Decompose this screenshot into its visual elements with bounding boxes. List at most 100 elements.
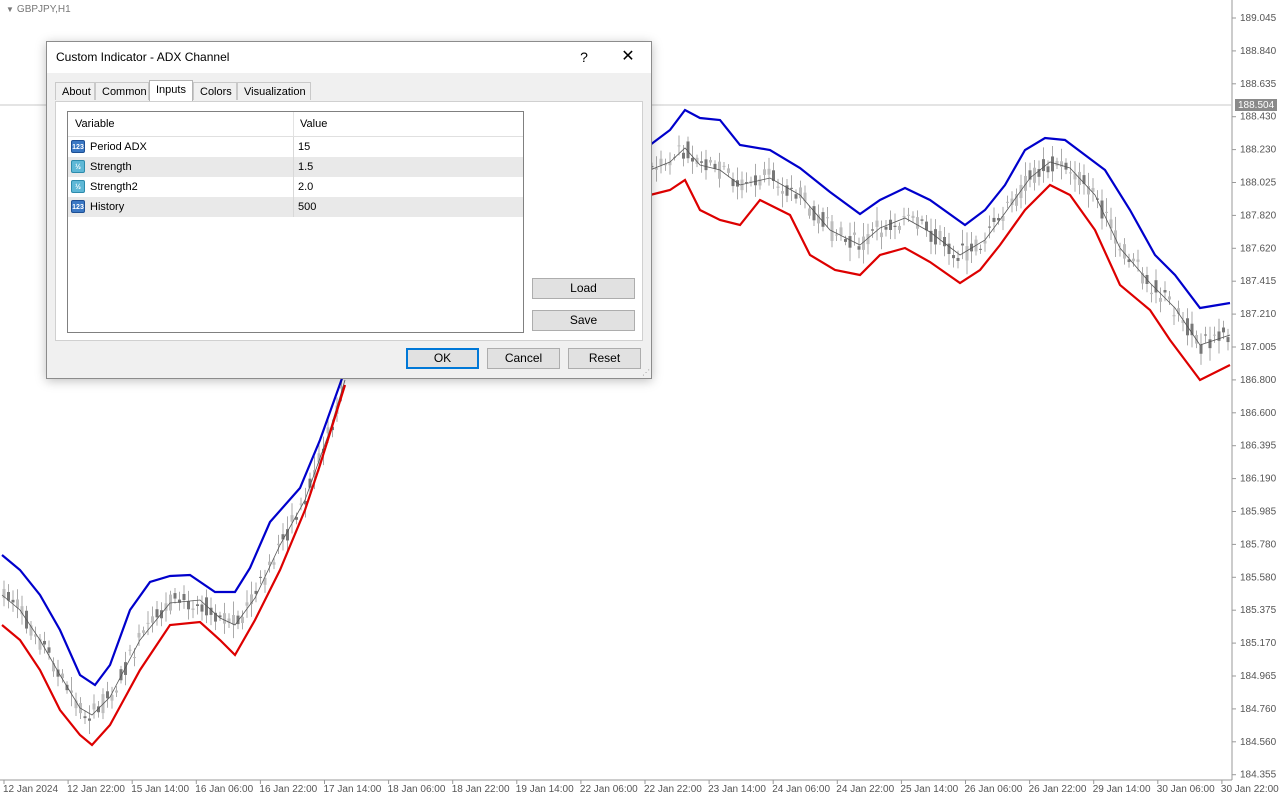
time-label: 18 Jan 06:00 [388,784,446,795]
candle-body [727,168,730,173]
candle-body [925,221,928,231]
candle-body [1222,327,1225,333]
load-button[interactable]: Load [532,278,635,299]
price-label: 185.375 [1240,605,1277,616]
close-icon[interactable]: ✕ [615,46,641,68]
double-icon: ½ [71,180,85,193]
candle-body [115,690,118,693]
price-label: 187.415 [1240,276,1277,287]
row-value[interactable]: 2.0 [298,181,313,193]
resize-grip-icon[interactable]: ⋰ [642,368,650,377]
candle-body [781,191,784,194]
candle-body [893,225,897,227]
candle-body [1105,211,1108,213]
candle-body [1213,334,1216,336]
candle-body [857,246,861,250]
price-label: 184.760 [1240,704,1277,715]
inputs-grid: Variable Value 123 Period ADX 15 ½ Stren… [67,111,524,333]
candle-body [992,217,996,222]
candle-body [223,613,226,624]
price-label: 188.430 [1240,112,1277,123]
price-label: 187.820 [1240,210,1277,221]
candle-body [835,234,838,236]
table-row[interactable]: 123 History 500 [68,197,523,217]
tab-common[interactable]: Common [95,82,149,100]
candle-body [151,616,154,623]
price-label: 188.230 [1240,145,1277,156]
candle-body [911,215,915,218]
save-button[interactable]: Save [532,310,635,331]
row-value[interactable]: 15 [298,141,310,153]
candle-body [1006,201,1009,203]
candle-body [916,217,919,229]
candle-body [961,243,964,246]
candle-body [790,187,793,189]
candle-body [1132,258,1135,262]
candle-body [146,622,150,624]
candle-body [812,206,816,221]
price-label: 188.840 [1240,46,1277,57]
candle-body [1226,337,1230,343]
dropdown-triangle-icon[interactable]: ▼ [6,5,14,14]
table-row[interactable]: 123 Period ADX 15 [68,137,523,157]
candle-body [826,217,829,219]
candle-body [11,599,15,603]
table-row[interactable]: ½ Strength 1.5 [68,157,523,177]
candle-body [47,647,51,653]
integer-icon: 123 [71,200,85,213]
tab-about[interactable]: About [55,82,95,100]
reset-button[interactable]: Reset [568,348,641,369]
candle-body [65,684,69,691]
time-label: 12 Jan 22:00 [67,784,125,795]
price-label: 186.395 [1240,441,1277,452]
tab-inputs[interactable]: Inputs [149,80,193,101]
candle-body [124,662,127,675]
candle-body [173,593,177,599]
price-label: 188.025 [1240,178,1277,189]
price-label: 189.045 [1240,13,1277,24]
time-label: 23 Jan 14:00 [708,784,766,795]
symbol-label: ▼ GBPJPY,H1 [6,4,71,15]
candle-body [902,215,906,218]
inputs-panel: Variable Value 123 Period ADX 15 ½ Stren… [55,101,643,341]
header-variable[interactable]: Variable [75,118,115,130]
time-label: 30 Jan 06:00 [1157,784,1215,795]
tab-visualization[interactable]: Visualization [237,82,311,100]
price-label: 187.005 [1240,342,1277,353]
row-variable: Period ADX [90,141,147,153]
row-value[interactable]: 500 [298,201,316,213]
candle-body [979,248,982,250]
row-value[interactable]: 1.5 [298,161,313,173]
table-row[interactable]: ½ Strength2 2.0 [68,177,523,197]
candle-body [155,609,159,618]
price-label: 184.965 [1240,671,1277,682]
price-label: 186.600 [1240,408,1277,419]
candle-body [299,503,303,505]
candle-body [722,165,726,167]
custom-indicator-dialog: Custom Indicator - ADX Channel ? ✕ About… [46,41,652,379]
candle-body [1042,159,1045,172]
time-label: 29 Jan 14:00 [1093,784,1151,795]
help-button[interactable]: ? [573,46,595,68]
candle-body [133,657,136,659]
tab-colors[interactable]: Colors [193,82,237,100]
candle-body [1163,290,1167,293]
ok-button[interactable]: OK [406,348,479,369]
candle-body [839,227,843,235]
header-value[interactable]: Value [300,118,327,130]
candle-body [88,718,91,721]
candle-body [191,608,195,611]
cancel-button[interactable]: Cancel [487,348,560,369]
candle-body [983,240,987,244]
price-label: 188.635 [1240,79,1277,90]
price-label: 187.210 [1240,309,1277,320]
dialog-titlebar[interactable]: Custom Indicator - ADX Channel ? ✕ [47,42,651,73]
candle-body [1204,334,1207,336]
candle-body [1208,339,1212,349]
candle-body [200,604,204,612]
candle-body [1159,297,1162,302]
candle-body [704,159,708,171]
candle-body [137,632,141,638]
candle-body [259,576,262,578]
column-separator [293,197,294,217]
